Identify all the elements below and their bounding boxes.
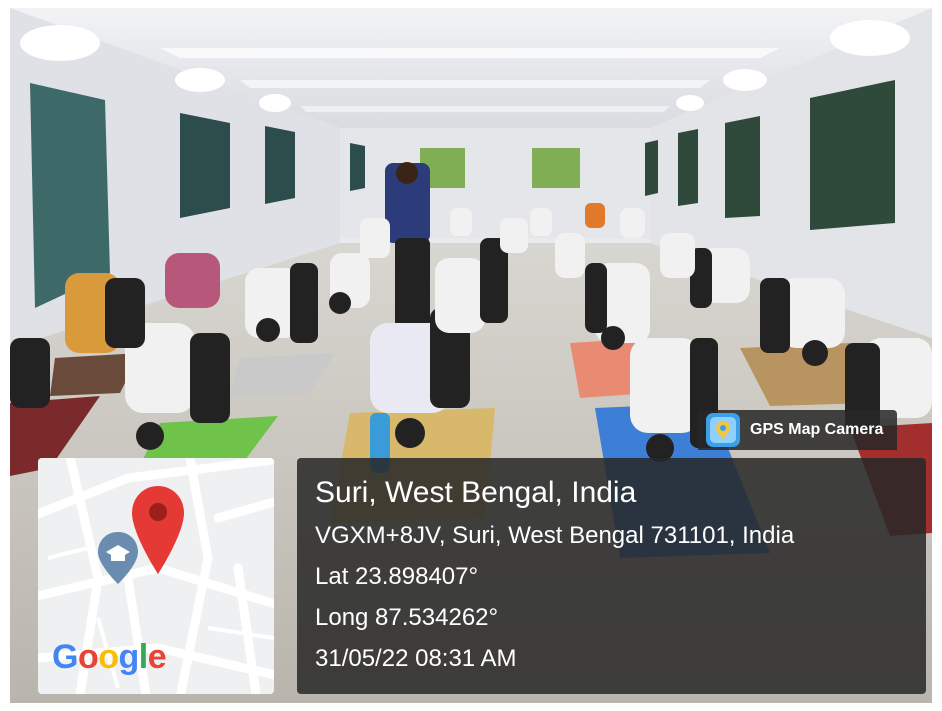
datetime-text: 31/05/22 08:31 AM (315, 645, 517, 672)
location-pin-icon (132, 486, 184, 574)
google-logo: Google (52, 638, 167, 676)
gps-map-camera-icon (706, 413, 740, 447)
location-title: Suri, West Bengal, India (315, 476, 637, 509)
location-info-panel: Suri, West Bengal, India VGXM+8JV, Suri,… (297, 458, 926, 694)
latitude-text: Lat 23.898407° (315, 563, 479, 590)
app-name: GPS Map Camera (750, 421, 884, 438)
photo-frame: GPS Map Camera Google Suri, West Bengal,… (10, 8, 932, 703)
longitude-text: Long 87.534262° (315, 604, 499, 631)
address-text: VGXM+8JV, Suri, West Bengal 731101, Indi… (315, 522, 795, 549)
gps-map-camera-badge: GPS Map Camera (698, 410, 898, 450)
map-thumbnail: Google (38, 458, 274, 694)
